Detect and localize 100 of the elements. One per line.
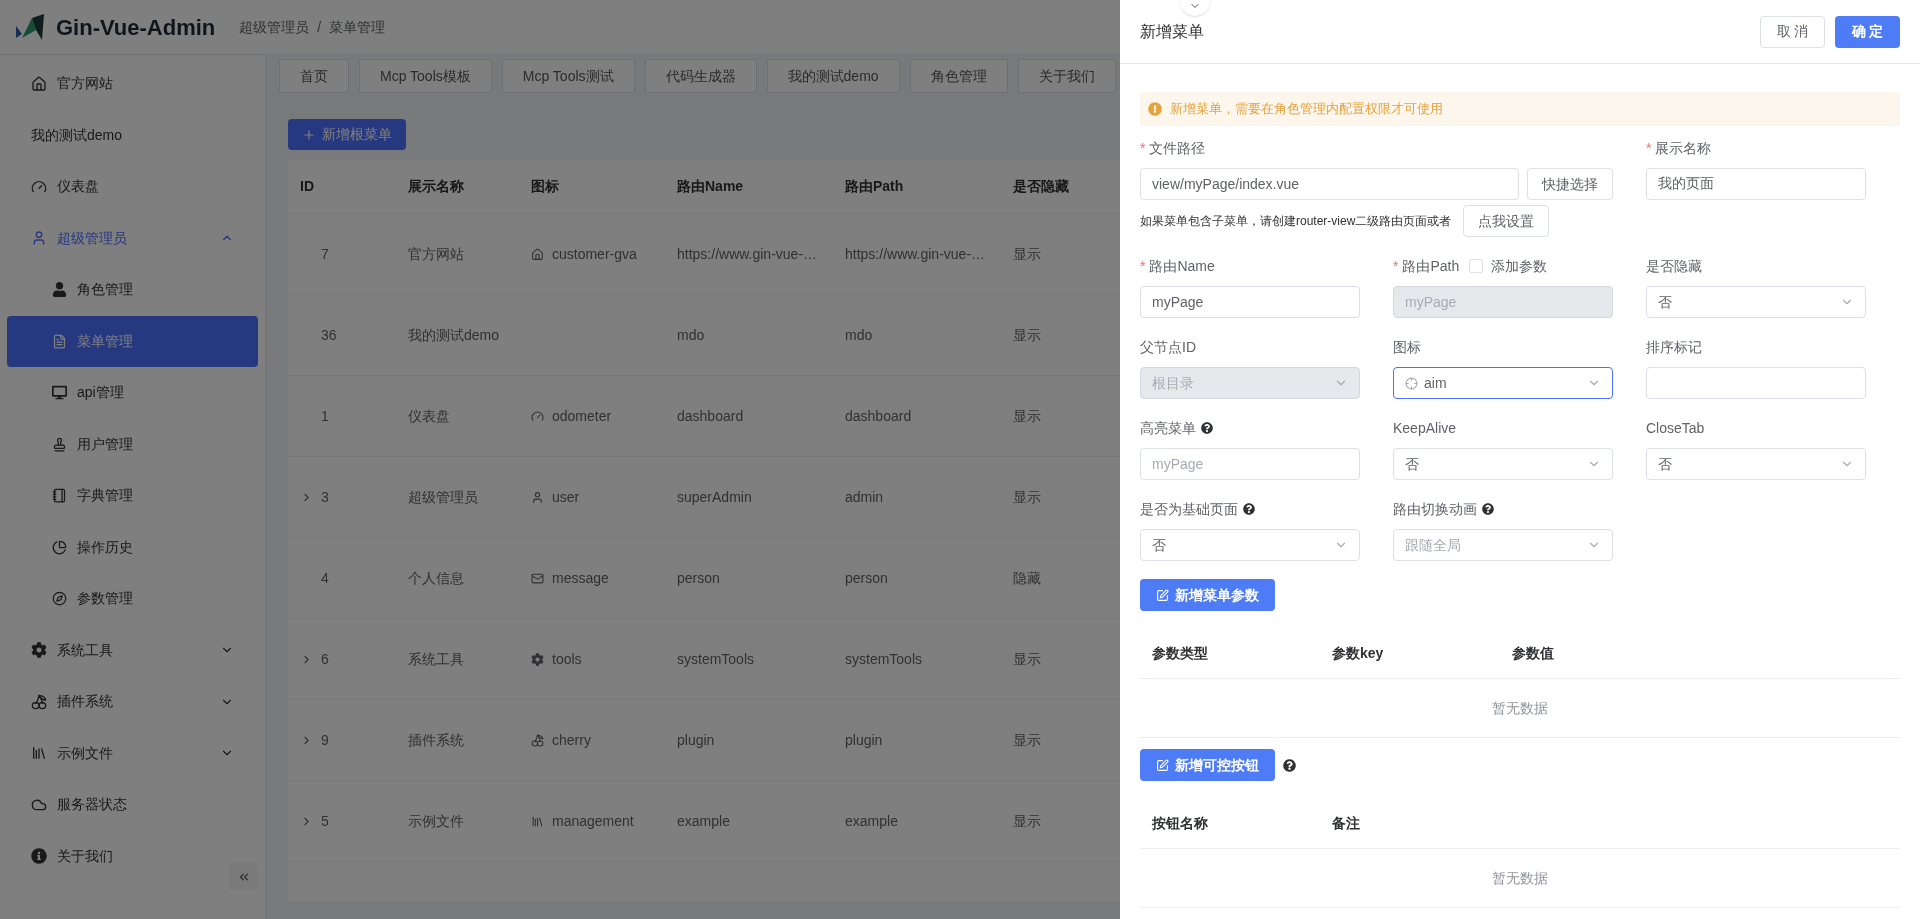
home-icon xyxy=(531,247,544,261)
user-icon xyxy=(31,230,47,247)
field-label: 高亮菜单 xyxy=(1140,418,1196,438)
field-label: 排序标记 xyxy=(1646,337,1702,357)
set-button[interactable]: 点我设置 xyxy=(1463,205,1550,237)
table-cell-text: https://www.gin-vue-… xyxy=(676,244,819,264)
empty-text: 暂无数据 xyxy=(1492,698,1548,718)
text-field[interactable]: myPage xyxy=(1140,286,1360,318)
mail-icon xyxy=(531,571,544,585)
sidebar-item[interactable]: 服务器状态 xyxy=(7,779,258,831)
required-mark: * xyxy=(1646,138,1652,158)
person-icon xyxy=(52,282,67,298)
table-cell-text: https://www.gin-vue-… xyxy=(844,244,987,264)
sidebar-item[interactable]: 插件系统 xyxy=(7,676,258,728)
table-cell-text: mdo xyxy=(676,325,706,345)
help-icon[interactable] xyxy=(1482,503,1494,515)
select-field[interactable]: 跟随全局 xyxy=(1393,529,1613,561)
table-cell-text: admin xyxy=(844,487,885,507)
text-field[interactable]: 我的页面 xyxy=(1646,168,1866,200)
sidebar-item[interactable]: 官方网站 xyxy=(7,58,258,110)
library-icon xyxy=(31,745,47,762)
drawer-title: 新增菜单 xyxy=(1140,21,1205,42)
sidebar-item[interactable]: api管理 xyxy=(7,367,258,419)
table-cell-text: 36 xyxy=(321,325,337,345)
collapse-button[interactable] xyxy=(229,863,258,890)
crosshair-icon xyxy=(1405,376,1418,390)
table-cell-text: 显示 xyxy=(1012,406,1042,426)
select-field[interactable]: 否 xyxy=(1140,529,1360,561)
quick-select-button[interactable]: 快捷选择 xyxy=(1527,168,1613,200)
gauge-icon xyxy=(31,178,47,195)
table-cell-text: 9 xyxy=(321,730,329,750)
compass-icon xyxy=(52,591,67,607)
table-cell-text: example xyxy=(844,811,899,831)
field-label: KeepAlive xyxy=(1393,418,1457,438)
confirm-button[interactable]: 确 定 xyxy=(1835,15,1900,48)
table-cell-text: 个人信息 xyxy=(407,568,465,588)
column-header: 备注 xyxy=(1331,814,1361,833)
table-cell-text: systemTools xyxy=(844,649,924,669)
select-field[interactable]: 否 xyxy=(1393,448,1613,480)
sidebar-item[interactable]: 字典管理 xyxy=(7,470,258,522)
sidebar-item[interactable]: 超级管理员 xyxy=(7,212,258,264)
field-label: 文件路径 xyxy=(1149,138,1206,158)
breadcrumb-item[interactable]: 菜单管理 xyxy=(329,16,386,38)
sidebar-item[interactable]: 参数管理 xyxy=(7,573,258,625)
sidebar-item[interactable]: 关于我们 xyxy=(7,830,258,882)
breadcrumb-item[interactable]: 超级管理员 xyxy=(239,16,310,38)
library-icon xyxy=(531,814,544,828)
page-tab[interactable]: Mcp Tools模板 xyxy=(359,59,492,93)
add-button[interactable]: 新增菜单参数 xyxy=(1140,579,1275,611)
table-cell-text: systemTools xyxy=(676,649,756,669)
text-field[interactable] xyxy=(1646,367,1866,399)
cancel-button[interactable]: 取 消 xyxy=(1760,15,1825,48)
column-header: 图标 xyxy=(530,177,560,196)
sidebar-item[interactable]: 角色管理 xyxy=(7,264,258,316)
table-cell-text: cherry xyxy=(552,730,591,750)
empty-text: 暂无数据 xyxy=(1492,868,1548,888)
logo-text: Gin-Vue-Admin xyxy=(56,13,216,42)
field-label: 路由Path xyxy=(1402,256,1460,276)
table-cell-text: 超级管理员 xyxy=(407,487,479,507)
table-cell-text: 6 xyxy=(321,649,329,669)
page-tab[interactable]: Mcp Tools测试 xyxy=(501,59,635,93)
plus-icon xyxy=(302,127,316,142)
gear-icon xyxy=(31,642,47,659)
column-header: 按钮名称 xyxy=(1151,814,1209,833)
monitor-icon xyxy=(52,385,67,401)
page-tab[interactable]: 我的测试demo xyxy=(766,59,900,93)
sidebar-item[interactable]: 我的测试demo xyxy=(7,109,258,161)
page-tab[interactable]: 首页 xyxy=(279,59,349,93)
sidebar-item[interactable]: 操作历史 xyxy=(7,521,258,573)
table-cell-text: example xyxy=(676,811,731,831)
table-cell-text: dashboard xyxy=(676,406,745,426)
sidebar-item[interactable]: 用户管理 xyxy=(7,418,258,470)
column-header: 参数值 xyxy=(1511,644,1555,663)
column-header: 参数类型 xyxy=(1151,644,1209,663)
sidebar-item[interactable]: 仪表盘 xyxy=(7,161,258,213)
pie-chart-icon xyxy=(52,539,67,555)
table-cell-text: person xyxy=(676,568,721,588)
table-cell-text: 示例文件 xyxy=(407,811,465,831)
page-tab[interactable]: 关于我们 xyxy=(1017,59,1116,93)
add-root-menu-button[interactable]: 新增根菜单 xyxy=(288,119,406,150)
add-button[interactable]: 新增可控按钮 xyxy=(1140,749,1275,781)
info-icon xyxy=(31,848,47,865)
select-field[interactable]: 否 xyxy=(1646,448,1866,480)
page-tab[interactable]: 代码生成器 xyxy=(644,59,757,93)
document-icon xyxy=(52,333,67,349)
sidebar-item[interactable]: 系统工具 xyxy=(7,624,258,676)
help-icon[interactable] xyxy=(1283,758,1296,772)
help-icon[interactable] xyxy=(1201,422,1213,434)
table-cell-text: message xyxy=(552,568,609,588)
text-field[interactable]: myPage xyxy=(1140,448,1360,480)
table-cell-text: 1 xyxy=(321,406,329,426)
help-icon[interactable] xyxy=(1243,503,1255,515)
table-cell-text: 显示 xyxy=(1012,487,1042,507)
required-mark: * xyxy=(1393,256,1399,276)
page-tab[interactable]: 角色管理 xyxy=(909,59,1008,93)
select-field[interactable]: aim xyxy=(1393,367,1613,399)
select-field[interactable]: 否 xyxy=(1646,286,1866,318)
text-field[interactable]: view/myPage/index.vue xyxy=(1140,168,1520,200)
sidebar-item[interactable]: 菜单管理 xyxy=(7,315,258,367)
sidebar-item[interactable]: 示例文件 xyxy=(7,727,258,779)
